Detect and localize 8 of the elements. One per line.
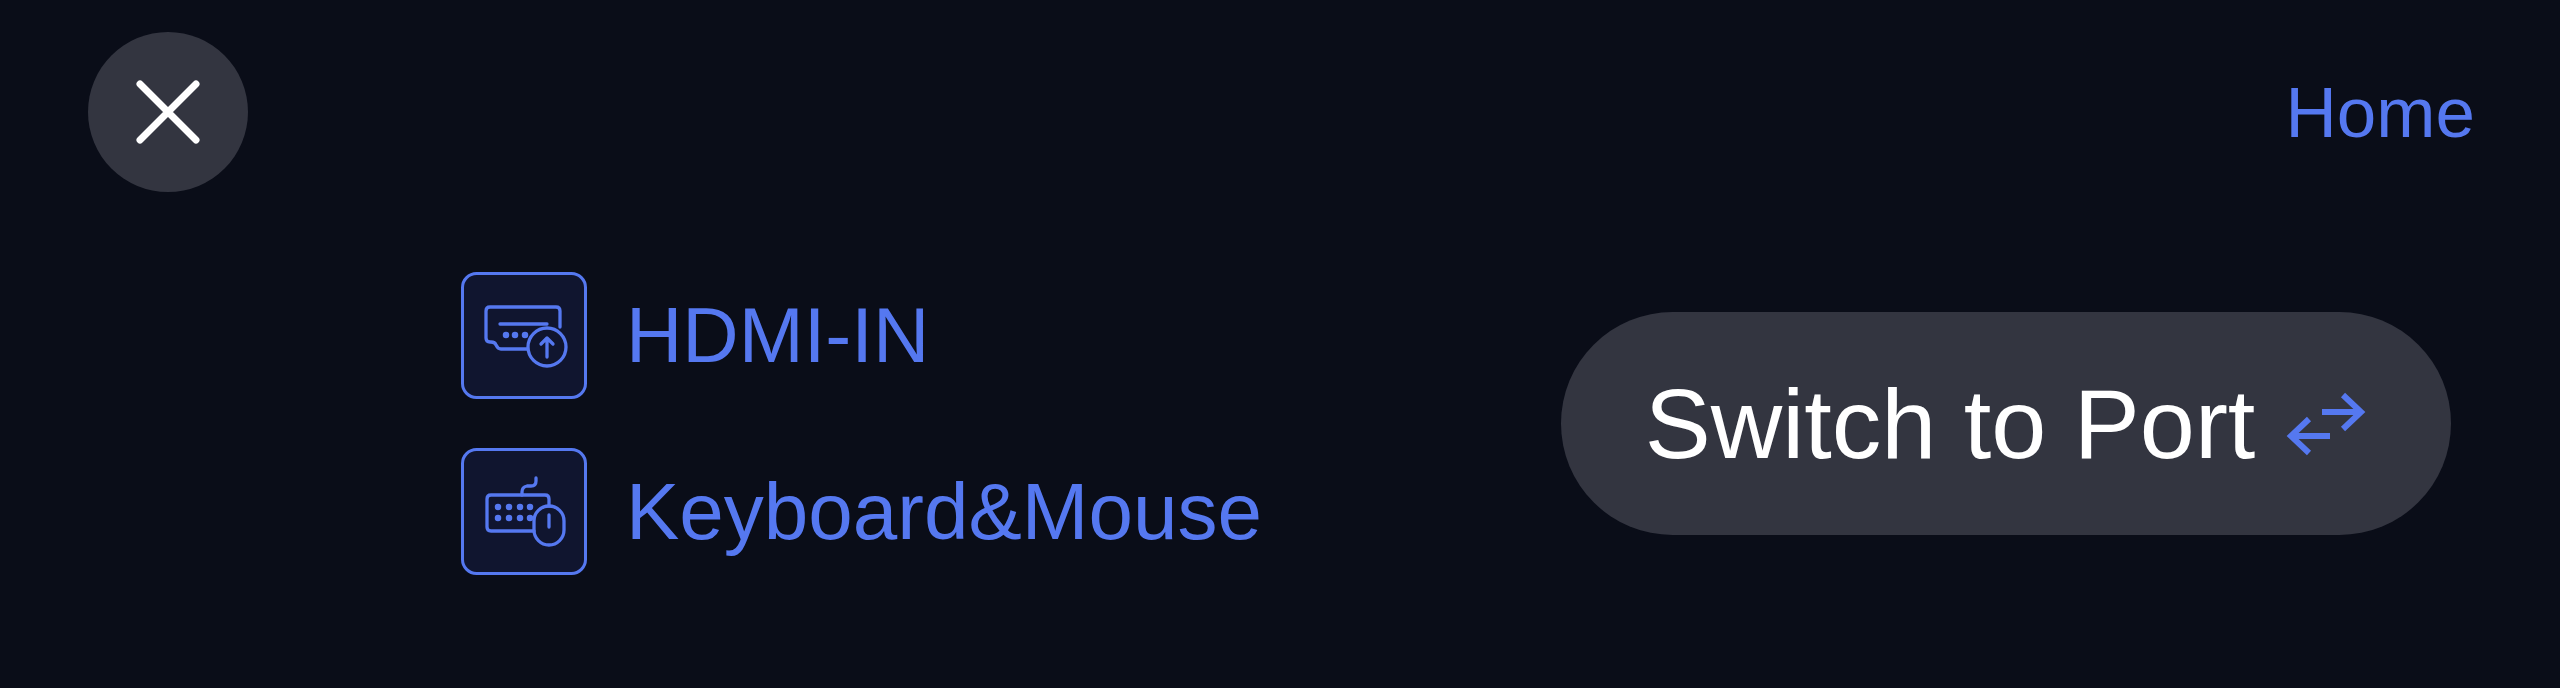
- port-label: HDMI-IN: [626, 290, 930, 381]
- swap-arrows-icon: [2285, 391, 2368, 456]
- keyboard-mouse-icon: [461, 448, 587, 575]
- port-label: Keyboard&Mouse: [626, 465, 1262, 558]
- switch-to-port-button[interactable]: Switch to Port: [1561, 312, 2451, 535]
- hdmi-connector-icon: [461, 272, 587, 399]
- home-link[interactable]: Home: [2285, 71, 2475, 153]
- close-icon: [136, 80, 200, 144]
